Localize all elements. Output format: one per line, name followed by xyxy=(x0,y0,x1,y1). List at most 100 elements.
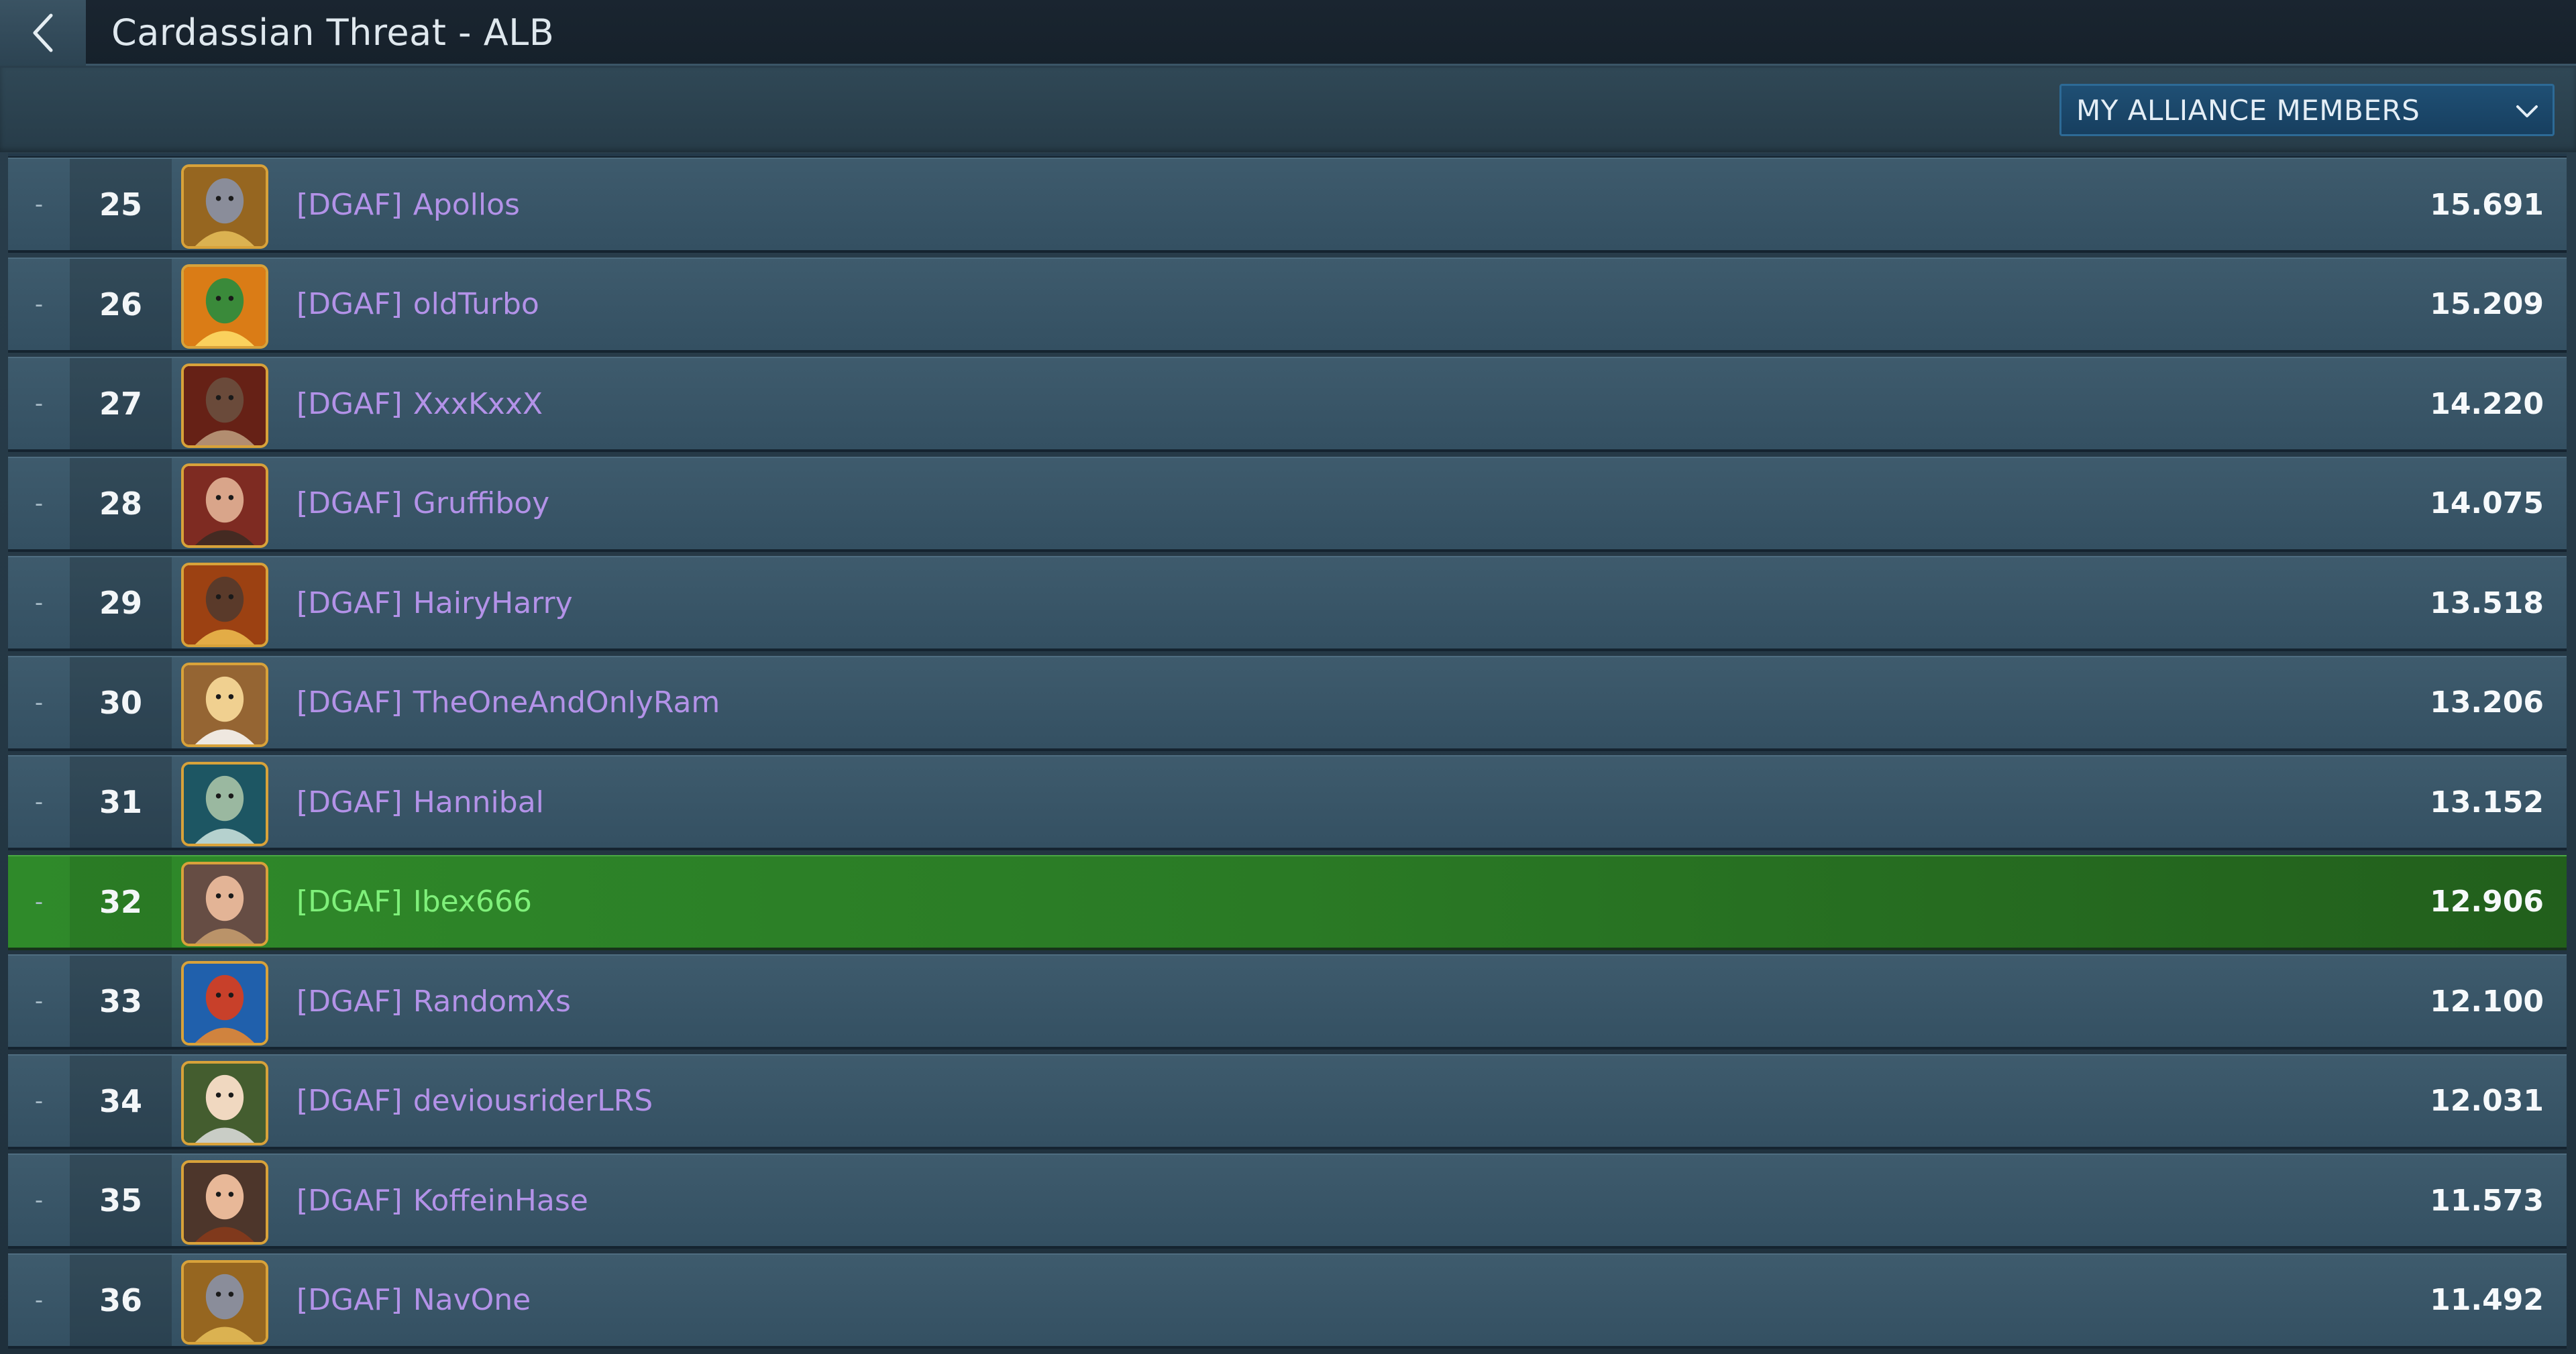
crest-avatar-gold[interactable] xyxy=(181,1259,268,1345)
rank-number: 35 xyxy=(99,1182,142,1219)
score-value: 13.152 xyxy=(2430,785,2544,820)
rank-cell: 27 xyxy=(70,358,172,449)
list-item[interactable]: - 31 [DGAF] Hannibal 13.152 xyxy=(8,755,2567,850)
list-item[interactable]: - 27 [DGAF] XxxKxxX 14.220 xyxy=(8,357,2567,452)
rank-number: 36 xyxy=(99,1282,142,1318)
human-portrait-avatar[interactable] xyxy=(181,463,268,548)
rank-cell: 34 xyxy=(70,1055,172,1147)
cartoon-portrait-avatar[interactable] xyxy=(181,1060,268,1145)
player-label: Apollos xyxy=(413,187,520,222)
player-name[interactable]: [DGAF] NavOne xyxy=(297,1255,531,1346)
player-name[interactable]: [DGAF] RandomXs xyxy=(297,956,571,1047)
woman-portrait-avatar[interactable] xyxy=(181,1160,268,1245)
list-item[interactable]: - 36 [DGAF] NavOne 11.492 xyxy=(8,1253,2567,1349)
list-item[interactable]: - 33 [DGAF] RandomXs 12.100 xyxy=(8,954,2567,1050)
ferengi-portrait-avatar[interactable] xyxy=(181,662,268,747)
klingon-portrait-avatar[interactable] xyxy=(181,363,268,448)
player-name[interactable]: [DGAF] KoffeinHase xyxy=(297,1155,588,1246)
alliance-tag: [DGAF] xyxy=(297,585,402,620)
list-item[interactable]: - 29 [DGAF] HairyHarry 13.518 xyxy=(8,556,2567,651)
rank-change: - xyxy=(34,589,44,616)
rank-number: 26 xyxy=(99,286,142,323)
list-item[interactable]: - 25 [DGAF] Apollos 15.691 xyxy=(8,158,2567,253)
alliance-tag: [DGAF] xyxy=(297,785,402,820)
alliance-tag: [DGAF] xyxy=(297,287,402,321)
rank-cell: 31 xyxy=(70,756,172,848)
portrait-avatar-orange[interactable] xyxy=(181,563,268,647)
rank-change: - xyxy=(34,490,44,517)
android-portrait-avatar[interactable] xyxy=(181,762,268,846)
list-item[interactable]: - 30 [DGAF] TheOneAndOnlyRam 13.206 xyxy=(8,655,2567,751)
score-value: 11.573 xyxy=(2430,1183,2544,1218)
score-value: 14.220 xyxy=(2430,386,2544,421)
player-label: NavOne xyxy=(413,1283,531,1317)
rank-cell: 33 xyxy=(70,956,172,1047)
rank-change: - xyxy=(34,390,44,417)
leaderboard-list[interactable]: - 25 [DGAF] Apollos 15.691 - 26 [DGAF] o… xyxy=(0,154,2576,1354)
player-label: RandomXs xyxy=(413,984,571,1019)
score-value: 13.518 xyxy=(2430,585,2544,620)
rank-change: - xyxy=(34,1286,44,1314)
alliance-tag: [DGAF] xyxy=(297,885,402,919)
rank-change: - xyxy=(34,789,44,815)
player-name[interactable]: [DGAF] HairyHarry xyxy=(297,557,573,648)
rank-cell: 25 xyxy=(70,159,172,250)
alliance-tag: [DGAF] xyxy=(297,685,402,720)
player-name[interactable]: [DGAF] Hannibal xyxy=(297,756,544,848)
player-label: XxxKxxX xyxy=(413,386,543,421)
bird-avatar-blue[interactable] xyxy=(181,961,268,1046)
player-name[interactable]: [DGAF] Ibex666 xyxy=(297,856,532,948)
list-item[interactable]: - 26 [DGAF] oldTurbo 15.209 xyxy=(8,257,2567,353)
rank-number: 31 xyxy=(99,784,142,820)
chevron-down-icon xyxy=(2516,105,2538,117)
rank-cell: 32 xyxy=(70,856,172,948)
rank-change: - xyxy=(34,888,44,915)
alliance-tag: [DGAF] xyxy=(297,984,402,1019)
rank-number: 32 xyxy=(99,883,142,920)
filter-bar: MY ALLIANCE MEMBERS xyxy=(0,68,2576,152)
list-item[interactable]: - 34 [DGAF] deviousriderLRS 12.031 xyxy=(8,1054,2567,1149)
rank-change: - xyxy=(34,290,44,318)
rank-number: 28 xyxy=(99,485,142,522)
leaderboard-screen: Cardassian Threat - ALB MY ALLIANCE MEMB… xyxy=(0,0,2576,1354)
rank-change: - xyxy=(34,191,44,218)
player-name[interactable]: [DGAF] Apollos xyxy=(297,159,520,250)
title-bar: Cardassian Threat - ALB xyxy=(0,0,2576,66)
rank-change: - xyxy=(34,1187,44,1214)
alliance-tag: [DGAF] xyxy=(297,1183,402,1218)
score-value: 13.206 xyxy=(2430,685,2544,720)
chevron-left-icon xyxy=(33,13,53,52)
player-name[interactable]: [DGAF] oldTurbo xyxy=(297,259,539,350)
list-item-current-player[interactable]: - 32 [DGAF] Ibex666 12.906 xyxy=(8,854,2567,950)
score-value: 12.100 xyxy=(2430,984,2544,1019)
player-name[interactable]: [DGAF] deviousriderLRS xyxy=(297,1056,653,1147)
rank-number: 25 xyxy=(99,186,142,223)
player-name[interactable]: [DGAF] TheOneAndOnlyRam xyxy=(297,657,720,748)
alliance-tag: [DGAF] xyxy=(297,386,402,421)
rank-number: 27 xyxy=(99,386,142,422)
emblem-avatar-orange[interactable] xyxy=(181,264,268,349)
player-label: Gruffiboy xyxy=(413,486,550,520)
list-item[interactable]: - 35 [DGAF] KoffeinHase 11.573 xyxy=(8,1153,2567,1249)
score-value: 11.492 xyxy=(2430,1283,2544,1317)
rank-cell: 29 xyxy=(70,557,172,648)
rank-cell: 26 xyxy=(70,258,172,350)
rank-number: 30 xyxy=(99,684,142,721)
back-button[interactable] xyxy=(0,0,86,66)
player-label: HairyHarry xyxy=(413,585,573,620)
captain-facepalm-avatar[interactable] xyxy=(181,861,268,946)
player-name[interactable]: [DGAF] Gruffiboy xyxy=(297,458,549,549)
crest-avatar-gold[interactable] xyxy=(181,164,268,249)
player-label: deviousriderLRS xyxy=(413,1084,653,1118)
alliance-tag: [DGAF] xyxy=(297,1084,402,1118)
rank-cell: 36 xyxy=(70,1254,172,1346)
rank-number: 33 xyxy=(99,983,142,1019)
member-filter-dropdown[interactable]: MY ALLIANCE MEMBERS xyxy=(2059,84,2555,136)
score-value: 14.075 xyxy=(2430,486,2544,520)
dropdown-selected-label: MY ALLIANCE MEMBERS xyxy=(2076,93,2420,127)
player-name[interactable]: [DGAF] XxxKxxX xyxy=(297,358,543,449)
list-item[interactable]: - 28 [DGAF] Gruffiboy 14.075 xyxy=(8,456,2567,552)
rank-cell: 28 xyxy=(70,457,172,549)
alliance-tag: [DGAF] xyxy=(297,486,402,520)
alliance-tag: [DGAF] xyxy=(297,1283,402,1317)
